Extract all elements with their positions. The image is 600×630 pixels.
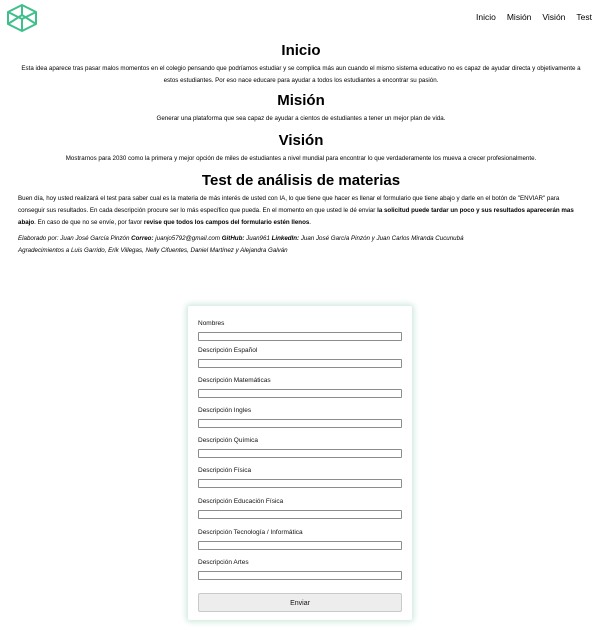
label-quimica: Descripción Química [198,437,258,444]
field-fisica: Descripción Física [198,467,402,488]
test-intro-text: Buen día, hoy usted realizará el test pa… [18,193,584,228]
nav-menu: Inicio Misión Visión Test [476,12,592,22]
credits-correo-label: Correo: [131,235,154,243]
test-heading: Test de análisis de materias [201,172,401,190]
label-artes: Descripción Artes [198,559,249,566]
label-tecnologia: Descripción Tecnología / Informática [198,529,303,536]
enviar-button[interactable]: Enviar [198,593,402,612]
nav-link-mision[interactable]: Misión [507,12,532,22]
inicio-heading: Inicio [281,42,321,59]
field-matematicas: Descripción Matemáticas [198,377,402,398]
label-espanol: Descripción Español [198,347,258,354]
input-matematicas[interactable] [198,389,402,398]
field-artes: Descripción Artes [198,559,402,580]
vision-text: Mostrarnos para 2030 como la primera y m… [65,154,537,162]
credits-prefix: Elaborado por: Juan José García Pinzón [18,235,132,243]
nav-link-vision[interactable]: Visión [542,12,565,22]
field-quimica: Descripción Química [198,437,402,458]
input-artes[interactable] [198,571,402,580]
label-ingles: Descripción Ingles [198,407,252,414]
label-nombres: Nombres [198,320,225,327]
main-content: Inicio Esta idea aparece tras pasar malo… [18,42,584,256]
field-espanol: Descripción Español [198,347,402,368]
vision-heading: Visión [278,131,324,149]
input-tecnologia[interactable] [198,541,402,550]
field-nombres: Nombres [198,320,402,341]
test-intro-part-3: . [309,218,312,226]
field-educacion-fisica: Descripción Educación Física [198,498,402,519]
input-quimica[interactable] [198,449,402,458]
codepen-cube-icon[interactable] [5,3,39,33]
input-espanol[interactable] [198,359,402,368]
mision-text: Generar una plataforma que sea capaz de … [156,115,446,123]
credits-linkedin-label: LinkedIn: [271,235,300,243]
nav-link-inicio[interactable]: Inicio [476,12,496,22]
input-educacion-fisica[interactable] [198,510,402,519]
credits-thanks: Agradecimientos a Luis Garrido, Erik Vil… [18,246,288,254]
top-navbar: Inicio Misión Visión Test [0,0,600,38]
test-intro-bold-2: revise que todos los campos del formular… [143,218,310,226]
materias-form: Nombres Descripción Español Descripción … [188,306,412,620]
label-matematicas: Descripción Matemáticas [198,377,271,384]
label-fisica: Descripción Física [198,467,252,474]
test-intro-part-2: . En caso de que no se envíe, por favor [34,218,144,226]
credits-linkedin: Juan José García Pinzón y Juan Carlos Mi… [299,235,464,243]
credits-text: Elaborado por: Juan José García Pinzón C… [18,233,584,256]
credits-github-label: GitHub: [221,235,245,243]
input-fisica[interactable] [198,479,402,488]
nav-link-test[interactable]: Test [576,12,592,22]
field-tecnologia: Descripción Tecnología / Informática [198,529,402,550]
inicio-text: Esta idea aparece tras pasar malos momen… [21,65,581,84]
input-ingles[interactable] [198,419,402,428]
credits-github: Juan961 [244,235,272,243]
input-nombres[interactable] [198,332,402,341]
field-ingles: Descripción Ingles [198,407,402,428]
mision-heading: Misión [277,92,325,110]
label-educacion-fisica: Descripción Educación Física [198,498,284,505]
credits-correo: juanjo5792@gmail.com [153,235,222,243]
